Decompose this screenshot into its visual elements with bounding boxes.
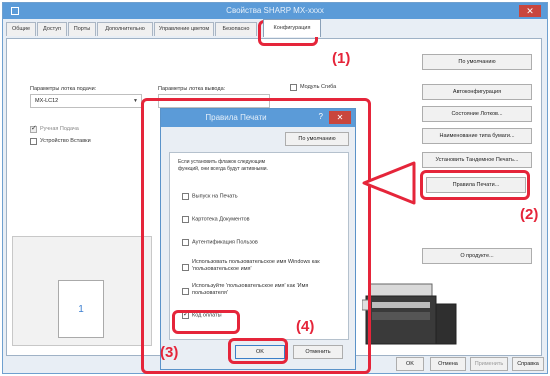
printer-illustration (362, 283, 457, 345)
ok-button[interactable]: OK (396, 357, 424, 371)
feed-tray-value: MX-LC12 (35, 98, 59, 104)
close-icon[interactable]: ✕ (519, 5, 541, 17)
stapler-label: Модуль Сгиба (300, 84, 337, 90)
window-title: Свойства SHARP MX-xxxx (226, 6, 324, 15)
manual-feed-label: Ручная Подача (40, 126, 79, 132)
tab-general[interactable]: Общие (6, 22, 36, 36)
cancel-button[interactable]: Отмена (430, 357, 466, 371)
tab-color-management[interactable]: Управление цветом (154, 22, 214, 36)
tab-security[interactable]: Безопасно (215, 22, 257, 36)
manual-feed-checkbox[interactable] (30, 124, 37, 133)
tab-ports[interactable]: Порты (68, 22, 96, 36)
callout-2: (2) (520, 206, 539, 223)
tab-sharing[interactable]: Доступ (37, 22, 67, 36)
stapler-checkbox[interactable] (290, 84, 297, 91)
feed-tray-select[interactable]: MX-LC12 ▼ (30, 94, 142, 108)
tandem-print-button[interactable]: Установить Тандемное Печать... (422, 152, 532, 168)
insertion-checkbox[interactable] (30, 138, 37, 145)
tab-configuration[interactable]: Конфигурация (263, 19, 321, 37)
tab-advanced[interactable]: Дополнительно (97, 22, 153, 36)
help-button[interactable]: Справка (512, 357, 544, 371)
about-product-button[interactable]: О продукте... (422, 248, 532, 264)
highlight-account-code (172, 310, 240, 334)
highlight-print-policy-button (420, 170, 530, 200)
feed-tray-label: Параметры лотка подачи: (30, 86, 97, 92)
default-button[interactable]: По умолчанию (422, 54, 532, 70)
chevron-down-icon: ▼ (133, 98, 138, 104)
page-preview: 1 (58, 280, 104, 338)
apply-button[interactable]: Применить (470, 357, 508, 371)
callout-3: (3) (160, 344, 179, 361)
window-title-bar: Свойства SHARP MX-xxxx ✕ (3, 3, 547, 19)
insertion-label: Устройство Вставки (40, 138, 91, 144)
auto-config-button[interactable]: Автоконфигурация (422, 84, 532, 100)
highlight-ok-button (228, 338, 288, 364)
highlight-arrow (362, 161, 416, 205)
tray-status-button[interactable]: Состояние Лотков... (422, 106, 532, 122)
callout-1: (1) (332, 50, 351, 67)
callout-4: (4) (296, 318, 315, 335)
paper-type-name-button[interactable]: Наименование типа бумаги... (422, 128, 532, 144)
output-tray-label: Параметры лотка вывода: (158, 86, 226, 92)
